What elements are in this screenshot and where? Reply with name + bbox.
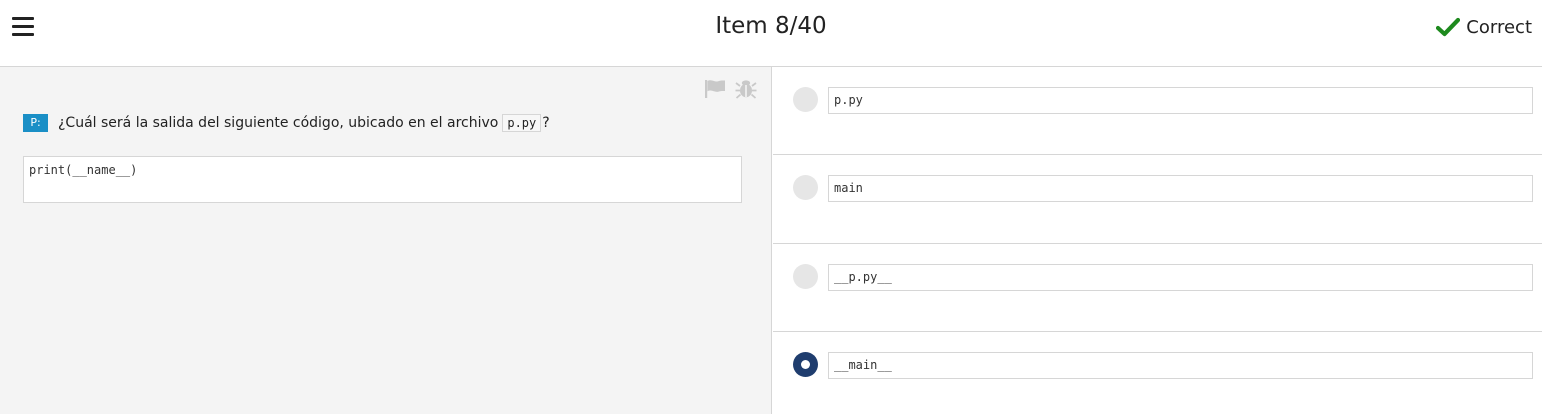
checkmark-icon	[1436, 17, 1461, 37]
radio-button-selected[interactable]	[793, 352, 818, 377]
option-text: __main__	[828, 352, 1533, 379]
option-text: main	[828, 175, 1533, 202]
answer-options-pane: p.py main __p.py__ __main__	[773, 67, 1542, 414]
code-snippet: print(__name__)	[23, 156, 742, 203]
question-text-end: ?	[542, 115, 550, 131]
question-badge: P:	[23, 114, 48, 132]
radio-button[interactable]	[793, 264, 818, 289]
inline-code-filename: p.py	[502, 114, 542, 132]
radio-button[interactable]	[793, 175, 818, 200]
answer-option[interactable]: p.py	[773, 67, 1542, 155]
option-text: p.py	[828, 87, 1533, 114]
option-text: __p.py__	[828, 264, 1533, 291]
status-label: Correct	[1466, 16, 1532, 38]
item-counter-title: Item 8/40	[715, 13, 827, 39]
answer-option-selected[interactable]: __main__	[773, 332, 1542, 414]
answer-option[interactable]: main	[773, 155, 1542, 244]
question-text: ¿Cuál será la salida del siguiente códig…	[58, 115, 499, 131]
bug-icon[interactable]	[735, 77, 757, 99]
top-bar: Item 8/40 Correct	[0, 0, 1542, 67]
question-prompt: P: ¿Cuál será la salida del siguiente có…	[23, 114, 550, 132]
answer-option[interactable]: __p.py__	[773, 244, 1542, 332]
status-indicator: Correct	[1436, 15, 1532, 39]
question-pane: P: ¿Cuál será la salida del siguiente có…	[0, 67, 772, 414]
radio-button[interactable]	[793, 87, 818, 112]
flag-icon[interactable]	[704, 79, 726, 99]
